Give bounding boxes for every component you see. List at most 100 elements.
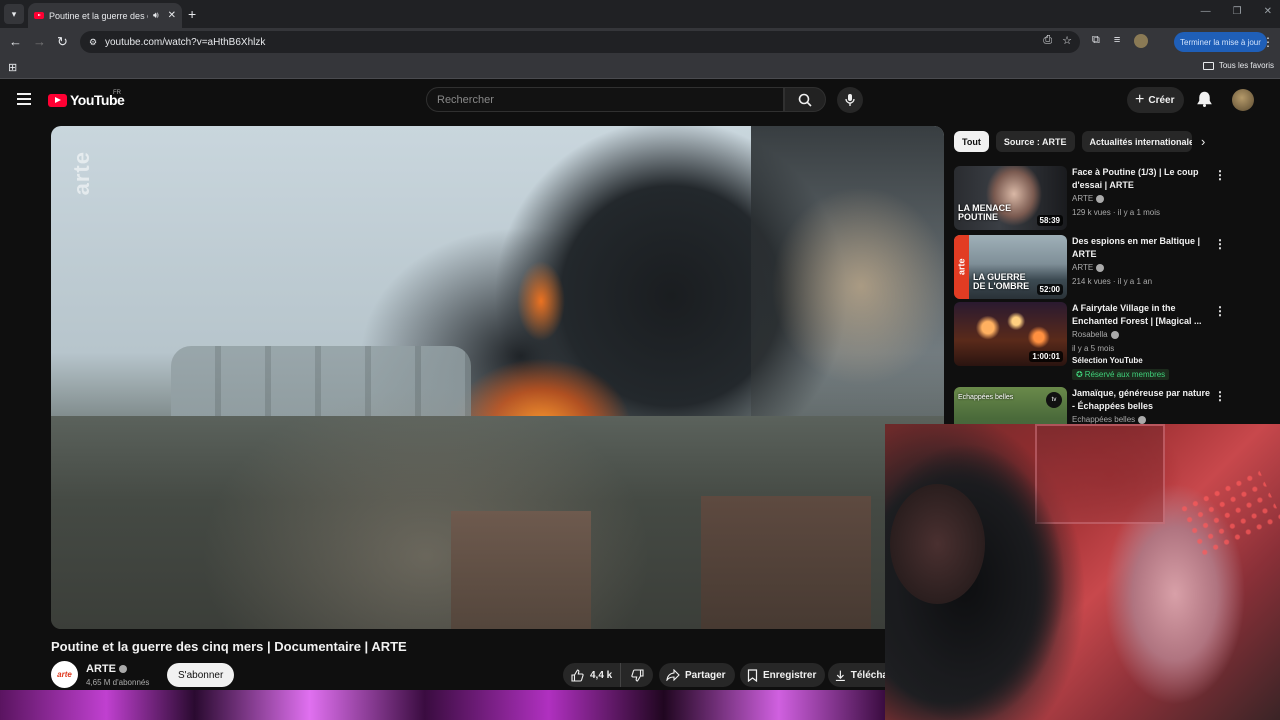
reload-icon[interactable]: ↻	[57, 34, 68, 50]
recommendation-channel: ARTE	[1072, 194, 1105, 203]
youtube-selection-badge: Sélection YouTube	[1072, 356, 1143, 365]
share-arrow-icon	[666, 669, 680, 681]
recommendation-channel-name: ARTE	[1072, 263, 1094, 272]
browser-tab-active[interactable]: Poutine et la guerre des cinq mers | Doc…	[28, 3, 182, 28]
thumbs-up-icon	[571, 668, 584, 682]
back-arrow-icon[interactable]: ←	[9, 34, 22, 50]
update-button[interactable]: Terminer la mise à jour	[1174, 32, 1267, 52]
country-code: FR	[113, 90, 121, 96]
recommendation-item[interactable]: LA MENACE POUTINE 58:39 Face à Poutine (…	[954, 166, 1234, 230]
create-button[interactable]: + Créer	[1127, 87, 1185, 113]
apps-grid-icon[interactable]: ⊞	[8, 61, 17, 74]
video-frame-house	[451, 511, 591, 629]
youtube-play-icon	[48, 93, 67, 107]
recommendation-title[interactable]: A Fairytale Village in the Enchanted For…	[1072, 302, 1212, 328]
verified-check-icon	[1096, 263, 1105, 272]
tab-title: Poutine et la guerre des cinq mers | Doc…	[49, 10, 148, 21]
video-frame-haze	[771, 186, 944, 386]
browser-tab-bar: ▾ Poutine et la guerre des cinq mers | D…	[0, 0, 1280, 28]
duration-badge: 1:00:01	[1029, 351, 1063, 362]
recommendation-channel-name: Rosabella	[1072, 330, 1108, 339]
save-button[interactable]: Enregistrer	[740, 663, 826, 687]
youtube-favicon-icon	[34, 12, 44, 19]
share-label: Partager	[685, 669, 726, 681]
all-bookmarks-button[interactable]: Tous les favoris	[1202, 61, 1274, 70]
video-thumbnail[interactable]: arte LA GUERRE DE L'OMBRE 52:00	[954, 235, 1067, 299]
chip-all[interactable]: Tout	[954, 131, 989, 152]
chip-source-arte[interactable]: Source : ARTE	[995, 131, 1075, 152]
dislike-button[interactable]	[621, 663, 653, 687]
new-tab-button[interactable]: +	[188, 6, 196, 22]
members-star-icon: ✪	[1076, 370, 1083, 379]
recommendation-item[interactable]: 1:00:01 A Fairytale Village in the Encha…	[954, 302, 1234, 382]
media-controls-icon[interactable]: ≡	[1114, 34, 1120, 48]
browser-menu-icon[interactable]: ⋮	[1262, 35, 1274, 49]
verified-check-icon	[118, 665, 127, 673]
restore-icon[interactable]: ❐	[1233, 6, 1242, 17]
webcam-face	[890, 484, 985, 604]
webcam-overlay	[885, 424, 1280, 720]
subscribe-button[interactable]: S'abonner	[167, 663, 235, 687]
account-avatar[interactable]	[1232, 89, 1254, 111]
verified-check-icon	[1096, 194, 1105, 203]
more-actions-icon[interactable]: ⋮	[1214, 168, 1226, 182]
close-icon[interactable]: ✕	[168, 10, 176, 21]
search-input[interactable]	[437, 93, 783, 106]
arte-watermark: arte	[69, 151, 94, 196]
arte-thumbnail-logo: arte	[954, 235, 969, 299]
tv-channel-logo: tv	[1046, 392, 1062, 408]
video-player[interactable]: arte	[51, 126, 944, 629]
recommendation-title[interactable]: Des espions en mer Baltique | ARTE	[1072, 235, 1212, 261]
voice-search-button[interactable]	[837, 87, 863, 113]
recommendation-title[interactable]: Face à Poutine (1/3) | Le coup d'essai |…	[1072, 166, 1212, 192]
guide-menu-icon[interactable]	[17, 93, 31, 105]
chip-international-news[interactable]: Actualités internationales	[1081, 131, 1192, 152]
more-actions-icon[interactable]: ⋮	[1214, 304, 1226, 318]
bookmark-star-icon[interactable]: ☆	[1062, 34, 1072, 47]
video-thumbnail[interactable]: LA MENACE POUTINE 58:39	[954, 166, 1067, 230]
speaker-icon[interactable]: 🔊︎	[153, 10, 159, 21]
microphone-icon	[845, 94, 855, 106]
window-controls: — ❐ ✕	[1201, 6, 1272, 17]
thumbnail-title: LA MENACE POUTINE	[958, 203, 1012, 222]
recommendation-title[interactable]: Jamaïque, généreuse par nature - Échappé…	[1072, 387, 1212, 413]
thumbs-down-icon	[630, 668, 644, 682]
address-bar[interactable]: ⚙ youtube.com/watch?v=aHthB6Xhlzk ⎙ ☆	[80, 31, 1080, 53]
thumbnail-title: LA GUERRE DE L'OMBRE	[973, 272, 1030, 291]
recommendation-meta: il y a 5 mois	[1072, 344, 1115, 353]
install-app-icon[interactable]: ⎙	[1043, 34, 1052, 47]
bookmark-icon	[747, 668, 758, 682]
more-actions-icon[interactable]: ⋮	[1214, 237, 1226, 251]
channel-name[interactable]: ARTE	[86, 663, 127, 675]
download-button[interactable]: Télécha	[828, 663, 888, 687]
tab-search-button[interactable]: ▾	[4, 4, 24, 24]
minimize-icon[interactable]: —	[1201, 6, 1211, 17]
webcam-string-lights	[1176, 467, 1280, 561]
recommendation-item[interactable]: arte LA GUERRE DE L'OMBRE 52:00 Des espi…	[954, 235, 1234, 299]
like-button[interactable]: 4,4 k	[563, 663, 622, 687]
profile-avatar-icon[interactable]	[1134, 34, 1149, 48]
bookmarks-bar: ⊞ Tous les favoris	[0, 56, 1280, 79]
channel-avatar[interactable]: arte	[51, 661, 78, 688]
like-dislike-group: 4,4 k	[563, 663, 653, 687]
channel-avatar-logo: arte	[57, 670, 72, 679]
forward-arrow-icon[interactable]: →	[33, 34, 46, 50]
recommendation-channel-name: ARTE	[1072, 194, 1094, 203]
share-button[interactable]: Partager	[659, 663, 735, 687]
recommendation-channel: Echappées belles	[1072, 415, 1147, 424]
like-count: 4,4 k	[590, 669, 613, 681]
chevron-right-icon[interactable]: ›	[1201, 134, 1205, 149]
video-frame-house-right	[701, 496, 871, 629]
extensions-puzzle-icon[interactable]: ⧉	[1092, 34, 1100, 48]
more-actions-icon[interactable]: ⋮	[1214, 389, 1226, 403]
notifications-bell-icon[interactable]	[1197, 91, 1212, 108]
members-only-label: Réservé aux membres	[1084, 370, 1166, 379]
search-button[interactable]	[784, 87, 826, 112]
recommendation-channel: ARTE	[1072, 263, 1105, 272]
duration-badge: 58:39	[1036, 215, 1063, 226]
close-window-icon[interactable]: ✕	[1264, 6, 1272, 17]
url-text: youtube.com/watch?v=aHthB6Xhlzk	[105, 36, 266, 48]
create-label: Créer	[1148, 94, 1175, 106]
site-settings-icon[interactable]: ⚙	[86, 35, 100, 49]
video-thumbnail[interactable]: 1:00:01	[954, 302, 1067, 366]
